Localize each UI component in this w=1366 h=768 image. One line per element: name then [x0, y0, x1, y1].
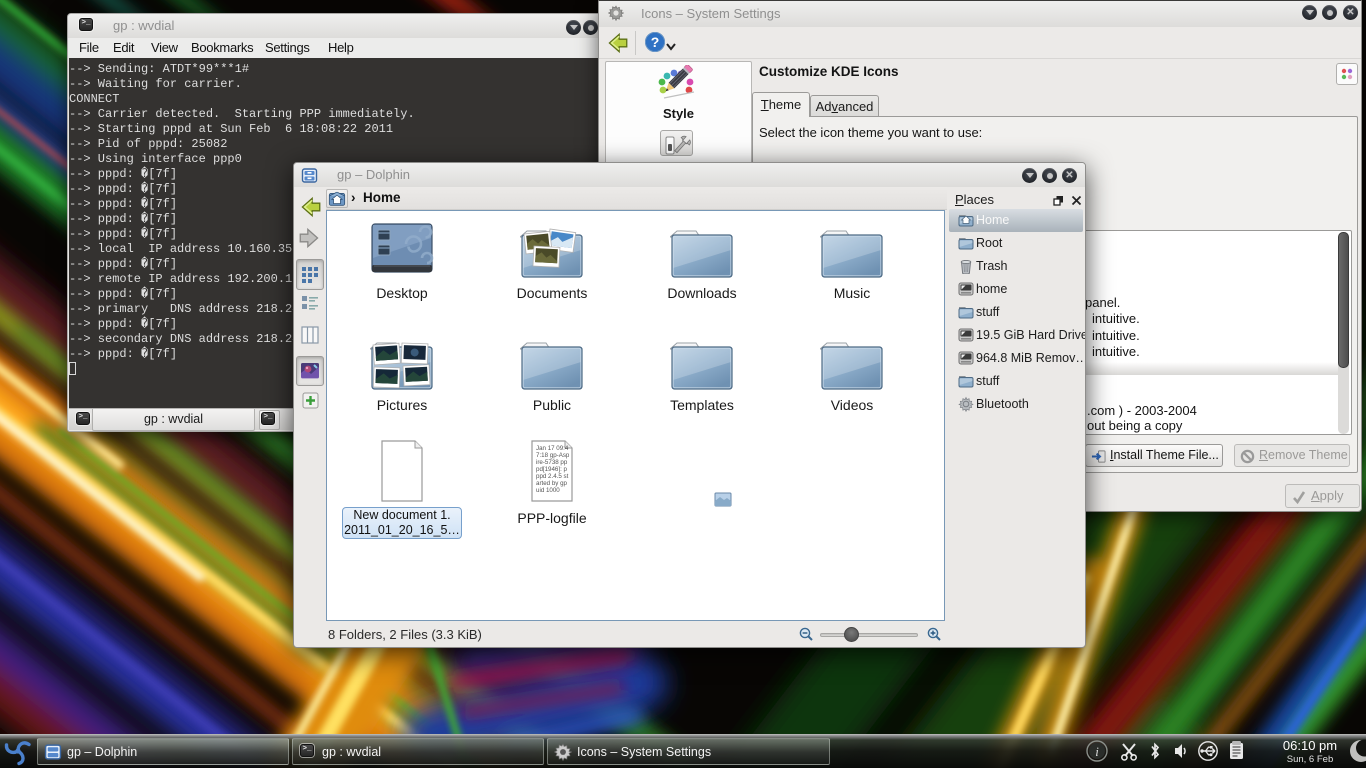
svg-text:Jan 17 09:4: Jan 17 09:4 [536, 445, 569, 452]
svg-text:7:18 gp-Asp: 7:18 gp-Asp [536, 452, 570, 459]
svg-text:ppd 2.4.5 st: ppd 2.4.5 st [536, 473, 569, 480]
svg-text:arted by gp: arted by gp [536, 480, 568, 487]
svg-text:pd[1946]: p: pd[1946]: p [536, 466, 568, 473]
svg-text:i: i [1095, 744, 1099, 759]
svg-text:ire-5738 pp: ire-5738 pp [536, 459, 568, 466]
svg-text:uid 1000: uid 1000 [536, 487, 560, 494]
svg-text:?: ? [651, 34, 660, 50]
